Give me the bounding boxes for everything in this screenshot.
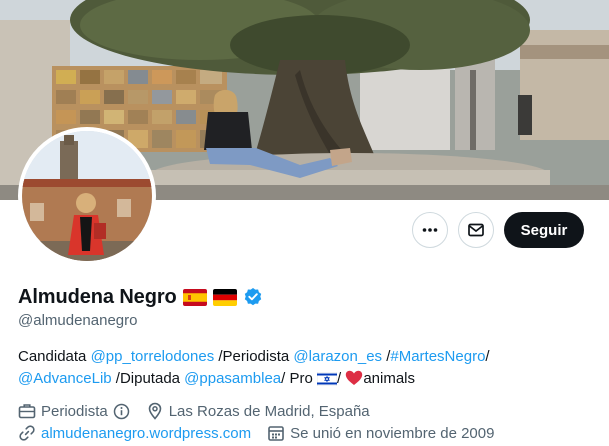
follow-button[interactable]: Seguir	[504, 212, 584, 248]
more-options-button[interactable]	[412, 212, 448, 248]
red-heart-icon	[345, 370, 363, 386]
hashtag-martesnegro[interactable]: #MartesNegro	[390, 348, 485, 365]
profile-bio: Candidata @pp_torrelodones /Periodista @…	[18, 346, 578, 390]
mention-advancelib[interactable]: @AdvanceLib	[18, 370, 112, 387]
message-button[interactable]	[458, 212, 494, 248]
profile-handle: @almudenanegro	[18, 312, 138, 329]
calendar-icon	[268, 426, 284, 441]
flag-spain-icon	[182, 288, 207, 306]
mention-ppasamblea[interactable]: @ppasamblea	[184, 370, 281, 387]
briefcase-icon	[18, 404, 36, 419]
mention-larazon-es[interactable]: @larazon_es	[293, 348, 382, 365]
bio-text: /	[485, 348, 490, 365]
location-pin-icon	[148, 402, 162, 420]
bio-text: /Diputada	[111, 370, 185, 387]
more-dots-icon	[422, 228, 438, 232]
profile-website[interactable]: almudenanegro.wordpress.com	[18, 424, 251, 442]
link-icon	[19, 425, 35, 441]
profile-avatar[interactable]	[18, 127, 156, 265]
flag-germany-icon	[212, 288, 237, 306]
bio-text: animals	[363, 370, 416, 387]
flag-israel-icon	[316, 372, 337, 386]
profile-location: Las Rozas de Madrid, España	[146, 402, 370, 420]
profile-joined-date: Se unió en noviembre de 2009	[267, 424, 494, 442]
website-link[interactable]: almudenanegro.wordpress.com	[41, 425, 251, 442]
bio-text: /	[336, 370, 346, 387]
info-icon[interactable]	[113, 403, 130, 420]
bio-text: Candidata	[18, 348, 91, 365]
bio-text: /Periodista	[214, 348, 294, 365]
profile-info: Almudena Negro @almudenanegro Candidata …	[18, 284, 591, 444]
profile-category: Periodista	[18, 402, 130, 420]
verified-badge-icon[interactable]	[243, 287, 263, 307]
profile-name: Almudena Negro	[18, 285, 177, 308]
mention-pp-torrelodones[interactable]: @pp_torrelodones	[91, 348, 215, 365]
mail-icon	[468, 223, 484, 237]
profile-meta: Periodista Las Rozas de Madrid, España a…	[18, 400, 591, 444]
bio-text: / Pro	[281, 370, 317, 387]
